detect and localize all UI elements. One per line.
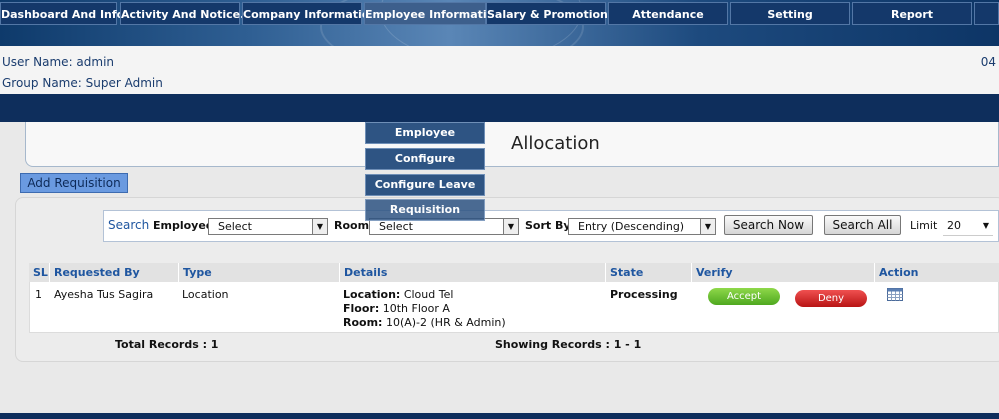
date-fragment: 04 bbox=[980, 55, 996, 69]
menu-item-configure-weekend[interactable]: Configure Weekend bbox=[365, 148, 485, 185]
user-name-text: User Name: admin bbox=[2, 55, 115, 69]
col-type: Type bbox=[179, 263, 340, 282]
main-nav bbox=[0, 94, 999, 122]
nav-company-information[interactable]: Company Information bbox=[242, 2, 377, 25]
nav-dashboard[interactable]: Dashboard And Info. bbox=[0, 2, 128, 25]
menu-item-configure-leave[interactable]: Configure Leave bbox=[365, 174, 485, 196]
col-details: Details bbox=[340, 263, 606, 282]
nav-attendance[interactable]: Attendance bbox=[608, 2, 728, 25]
col-requested-by: Requested By bbox=[50, 263, 179, 282]
chevron-down-icon: ▼ bbox=[982, 221, 989, 230]
search-all-button[interactable]: Search All bbox=[824, 215, 901, 235]
showing-records: Showing Records : 1 - 1 bbox=[495, 338, 642, 351]
accept-button[interactable]: Accept bbox=[708, 288, 780, 305]
col-state: State bbox=[606, 263, 692, 282]
cell-detail-location: Location: Cloud Tel bbox=[343, 288, 454, 301]
col-sl: SL bbox=[29, 263, 50, 282]
footer-bar bbox=[0, 413, 999, 419]
sort-select[interactable]: Entry (Descending) ▼ bbox=[568, 218, 716, 235]
room-label: Room bbox=[334, 219, 370, 232]
chevron-down-icon: ▼ bbox=[503, 219, 518, 234]
search-label: Search bbox=[108, 218, 150, 232]
sort-label: Sort By bbox=[525, 219, 571, 232]
cell-state: Processing bbox=[610, 288, 678, 301]
calendar-icon[interactable] bbox=[887, 288, 903, 304]
nav-activity[interactable]: Activity And Notice. bbox=[120, 2, 244, 25]
chevron-down-icon: ▼ bbox=[312, 219, 327, 234]
search-now-button[interactable]: Search Now bbox=[724, 215, 813, 235]
nav-salary-promotion[interactable]: Salary & Promotion bbox=[486, 2, 608, 25]
limit-label: Limit bbox=[910, 219, 938, 232]
nav-employee-information[interactable]: Employee Information bbox=[364, 2, 502, 25]
cell-sl: 1 bbox=[35, 288, 42, 301]
employee-label: Employee bbox=[153, 219, 214, 232]
group-name-text: Group Name: Super Admin bbox=[2, 76, 163, 90]
employee-select[interactable]: Select ▼ bbox=[208, 218, 328, 235]
user-info-bar: User Name: admin Group Name: Super Admin… bbox=[0, 46, 999, 96]
cell-type: Location bbox=[182, 288, 229, 301]
menu-item-employee[interactable]: Employee bbox=[365, 122, 485, 144]
cell-detail-floor: Floor: 10th Floor A bbox=[343, 302, 450, 315]
cell-requested-by: Ayesha Tus Sagira bbox=[54, 288, 154, 301]
total-records: Total Records : 1 bbox=[115, 338, 219, 351]
menu-item-requisition[interactable]: Requisition bbox=[365, 199, 485, 221]
nav-report[interactable]: Report bbox=[852, 2, 972, 25]
limit-select[interactable]: 20 ▼ bbox=[943, 216, 993, 236]
cell-detail-room: Room: 10(A)-2 (HR & Admin) bbox=[343, 316, 506, 329]
col-action: Action bbox=[875, 263, 999, 282]
deny-button[interactable]: Deny bbox=[795, 290, 867, 307]
nav-more[interactable] bbox=[974, 2, 999, 25]
add-requisition-button[interactable]: Add Requisition bbox=[20, 173, 128, 193]
page-title: Allocation bbox=[511, 133, 600, 154]
chevron-down-icon: ▼ bbox=[700, 219, 715, 234]
nav-setting[interactable]: Setting bbox=[730, 2, 850, 25]
col-verify: Verify bbox=[692, 263, 875, 282]
